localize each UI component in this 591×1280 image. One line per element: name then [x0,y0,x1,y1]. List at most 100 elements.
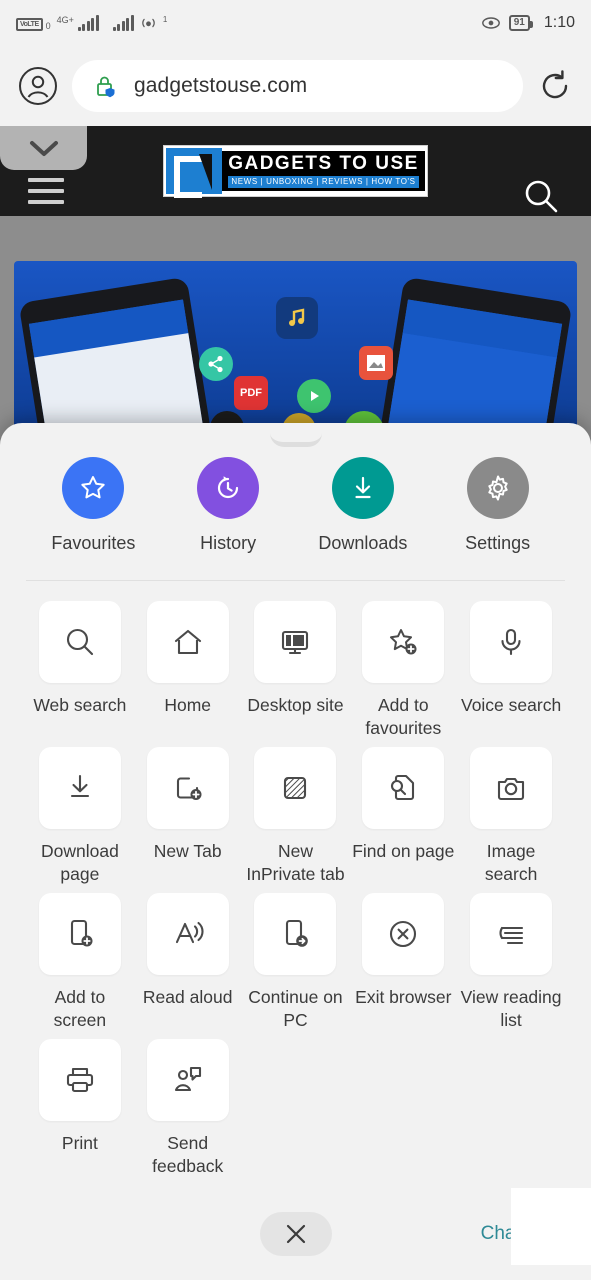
menu-item-tile [38,746,121,829]
menu-grid-empty-slot [242,1039,350,1179]
white-overlay-box [511,1188,591,1265]
menu-item-label: Add to screen [53,986,107,1031]
pull-down-tab[interactable] [0,126,87,170]
url-text[interactable]: gadgetstouse.com [134,74,307,98]
menu-item-image-search[interactable]: Image search [457,746,565,887]
eye-care-icon [481,16,501,30]
volte-icon: VoLTE [16,18,43,31]
browser-toolbar: gadgetstouse.com [0,46,591,126]
menu-item-label: New InPrivate tab [246,840,345,885]
menu-item-add-to-favourites[interactable]: Add to favourites [349,601,457,741]
download-icon [63,771,97,805]
hero-banner-image: PDF [14,261,577,441]
menu-item-continue-on-pc[interactable]: Continue on PC [242,892,350,1033]
hamburger-menu-icon[interactable] [28,178,64,211]
phone-right-graphic [379,276,573,441]
menu-item-label: Image search [484,840,538,885]
logo-tagline: NEWS | UNBOXING | REVIEWS | HOW TO'S [228,175,419,189]
search-icon [63,625,97,659]
page-content: PDF [0,216,591,441]
menu-item-label: Add to favourites [365,695,442,739]
menu-item-download-page[interactable]: Download page [26,746,134,887]
read-aloud-icon [171,917,205,951]
battery-icon: 91 [508,15,534,31]
menu-item-print[interactable]: Print [26,1038,134,1179]
menu-item-label: Print [61,1132,98,1153]
exit-circle-icon [386,917,420,951]
menu-item-view-reading-list[interactable]: View reading list [457,892,565,1033]
quick-action-settings[interactable]: Settings [430,457,565,554]
browser-menu-sheet: Favourites History Downloads Settings We… [0,423,591,1280]
gear-icon [483,473,513,503]
menu-item-web-search[interactable]: Web search [26,601,134,741]
menu-item-home[interactable]: Home [134,601,242,741]
menu-item-label: Exit browser [355,986,452,1007]
close-menu-button[interactable] [259,1212,332,1256]
sheet-drag-handle[interactable] [269,433,322,447]
add-to-home-screen-icon [63,917,97,951]
menu-item-read-aloud[interactable]: Read aloud [134,892,242,1033]
quick-action-favourites[interactable]: Favourites [26,457,161,554]
menu-item-tile [146,892,229,975]
menu-item-add-to-screen[interactable]: Add to screen [26,892,134,1033]
clock-label: 1:10 [543,14,575,31]
camera-icon [494,771,528,805]
account-circle-icon[interactable] [18,66,58,106]
menu-grid-empty-slot [457,1039,565,1179]
logo-mark-icon [166,148,223,198]
menu-item-new-inprivate-tab[interactable]: New InPrivate tab [242,746,350,887]
menu-item-voice-search[interactable]: Voice search [457,601,565,741]
menu-item-label: Download page [40,840,119,885]
menu-item-label: Home [164,695,212,715]
menu-item-tile [38,601,121,683]
status-bar: VoLTE 0 4G+ 1 91 1:10 [0,0,591,46]
menu-item-tile [38,892,121,975]
refresh-icon[interactable] [537,68,573,104]
menu-item-exit-browser[interactable]: Exit browser [349,892,457,1033]
menu-item-label: Desktop site [247,695,344,715]
menu-item-label: View reading list [460,986,562,1031]
status-left-icons: VoLTE 0 4G+ 1 [16,15,481,31]
site-logo[interactable]: GADGETS TO USE NEWS | UNBOXING | REVIEWS… [163,145,428,198]
menu-item-tile [146,601,229,683]
find-on-page-icon [386,771,420,805]
history-circle [197,457,260,519]
download-arrow-icon [348,473,378,503]
secure-lock-icon [94,73,118,99]
app-icon-pdf: PDF [234,376,268,410]
menu-item-find-on-page[interactable]: Find on page [349,746,457,887]
signal-bars-sim2-icon [112,15,134,31]
star-icon [78,473,108,503]
menu-item-label: New Tab [153,840,222,861]
menu-item-new-tab[interactable]: New Tab [134,746,242,887]
app-icon-video [297,379,331,413]
home-icon [171,625,205,659]
menu-item-tile [38,1038,121,1121]
search-icon[interactable] [521,176,561,216]
address-bar[interactable]: gadgetstouse.com [72,60,523,112]
sheet-footer: Change n [0,1188,591,1280]
menu-item-tile [362,601,445,683]
quick-action-downloads[interactable]: Downloads [296,457,431,554]
printer-icon [63,1063,97,1097]
menu-item-tile [146,1038,229,1121]
hotspot-icon [140,15,157,31]
microphone-icon [494,625,528,659]
close-x-icon [283,1221,309,1247]
signal-bars-sim1-icon [77,15,99,31]
menu-grid-empty-slot [349,1039,457,1179]
downloads-circle [331,457,394,519]
desktop-monitor-icon [278,625,312,659]
status-right-icons: 91 1:10 [481,14,575,32]
menu-item-desktop-site[interactable]: Desktop site [242,601,350,741]
menu-item-label: Voice search [460,695,562,715]
menu-item-tile [362,746,445,829]
sim-indicator: 0 [45,21,51,31]
menu-item-send-feedback[interactable]: Send feedback [134,1038,242,1179]
inprivate-tab-icon [278,771,312,805]
history-clock-icon [213,473,243,503]
star-plus-icon [386,625,420,659]
quick-action-history[interactable]: History [161,457,296,554]
new-tab-icon [171,771,205,805]
quick-action-label: Favourites [51,533,136,553]
